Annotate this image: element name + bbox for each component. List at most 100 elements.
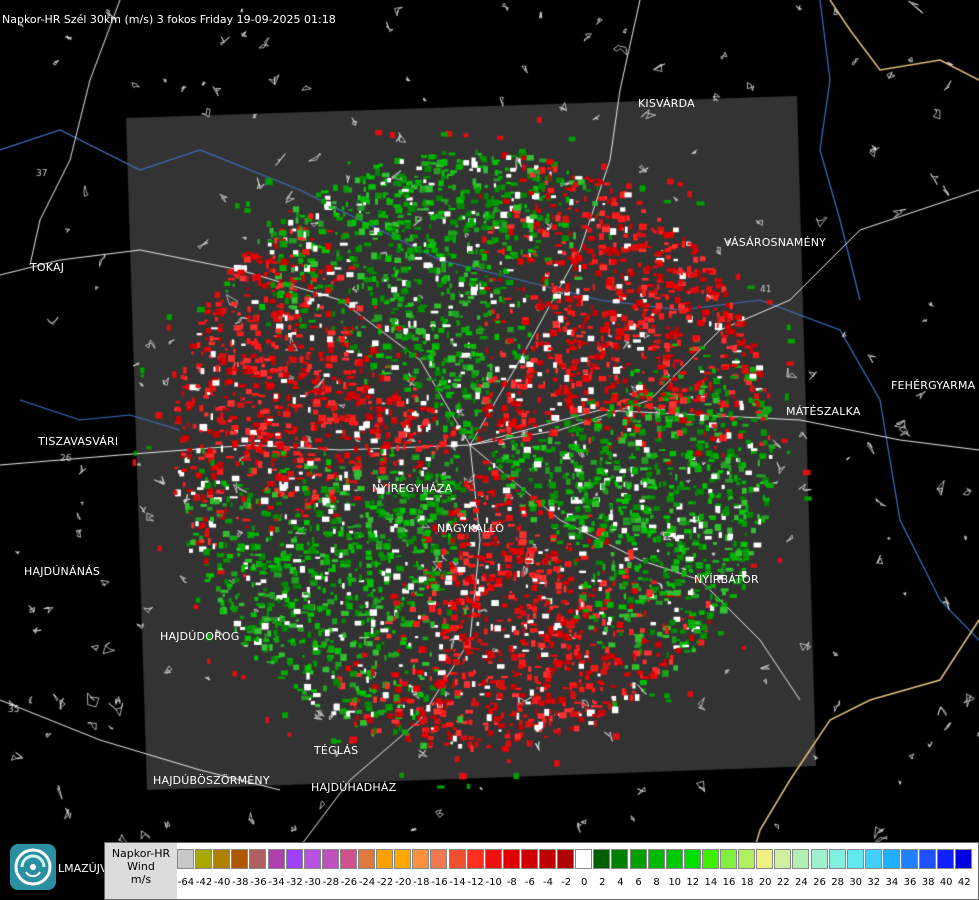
- legend-swatch: [738, 849, 756, 869]
- legend-tick-label: 42: [957, 877, 971, 888]
- legend-tick-label: -64: [177, 877, 195, 888]
- legend-tick-label: 12: [686, 877, 700, 888]
- legend-tick-label: -42: [195, 877, 213, 888]
- legend-tick-label: 18: [740, 877, 754, 888]
- legend-swatch: [756, 849, 774, 869]
- city-label: NYÍREGYHÁZA: [372, 482, 453, 495]
- legend-swatch: [177, 849, 194, 869]
- legend-tick-label: 40: [939, 877, 953, 888]
- legend-tick-label: -36: [250, 877, 267, 888]
- legend-swatch: [955, 849, 973, 869]
- city-label: TISZAVASVÁRI: [38, 435, 119, 448]
- legend-tick-label: -24: [358, 877, 376, 888]
- legend-swatch: [213, 849, 231, 869]
- legend-label: Napkor-HR Wind m/s: [105, 843, 177, 899]
- legend-tick-label: -30: [304, 877, 321, 888]
- legend-swatch: [502, 849, 520, 869]
- legend-tick-label: -28: [322, 877, 339, 888]
- legend-swatch: [828, 849, 846, 869]
- legend-swatch: [647, 849, 665, 869]
- legend-tick-label: -4: [543, 877, 553, 888]
- city-label: HAJDÚNÁNÁS: [24, 565, 101, 578]
- legend-tick-label: -10: [485, 877, 502, 888]
- legend-swatch: [249, 849, 267, 869]
- legend-tick-label: 4: [617, 877, 624, 888]
- legend-swatch: [339, 849, 357, 869]
- napkor-logo-icon: [10, 844, 56, 890]
- legend-title: Napkor-HR: [111, 847, 171, 860]
- legend-tick-label: -40: [214, 877, 231, 888]
- city-label: VÁSÁROSNAMÉNY: [724, 236, 827, 249]
- legend-tick-label: -6: [524, 877, 535, 888]
- legend-swatch: [683, 849, 701, 869]
- legend-swatch: [774, 849, 792, 869]
- legend-swatch: [394, 849, 412, 869]
- legend-swatch: [321, 849, 339, 869]
- legend-tick-label: 8: [653, 877, 660, 888]
- city-label: TÉGLÁS: [314, 744, 359, 757]
- legend-swatch: [430, 849, 448, 869]
- legend-tick-label: -26: [340, 877, 358, 888]
- legend-swatch: [195, 849, 213, 869]
- legend-tick-label: 2: [599, 877, 606, 888]
- legend-swatch: [882, 849, 900, 869]
- city-label: HAJDÚBÖSZÖRMÉNY: [153, 774, 270, 787]
- legend-swatch: [267, 849, 285, 869]
- legend-tick-label: 36: [903, 877, 917, 888]
- legend-tick-label: 24: [795, 877, 808, 888]
- legend-swatch: [629, 849, 647, 869]
- legend-swatch: [846, 849, 864, 869]
- legend-tick-label: 38: [921, 877, 935, 888]
- map-title: Napkor-HR Szél 30km (m/s) 3 fokos Friday…: [2, 13, 336, 26]
- legend-swatch: [448, 849, 466, 869]
- legend-swatch: [520, 849, 538, 869]
- legend-tick-label: 30: [849, 877, 863, 888]
- legend-swatch: [919, 849, 937, 869]
- legend-tick-label: -18: [413, 877, 430, 888]
- legend-swatch: [901, 849, 918, 869]
- legend-tick-label: 14: [704, 877, 718, 888]
- legend-tick-label: 16: [722, 877, 736, 888]
- legend-swatch: [937, 849, 955, 869]
- city-label: NYÍRBÁTOR: [694, 573, 759, 586]
- legend-tick-label: -8: [506, 877, 517, 888]
- legend-tick-label: -32: [286, 877, 303, 888]
- legend-tick-label: -16: [431, 877, 448, 888]
- legend-swatch: [665, 849, 683, 869]
- legend-tick-label: 32: [867, 877, 881, 888]
- legend-tick-label: 10: [668, 877, 682, 888]
- legend-swatch: [611, 849, 629, 869]
- wind-legend: Napkor-HR Wind m/s -64 -42 -40 -38 -36 -34 -32…: [104, 842, 979, 900]
- legend-tick-label: 20: [758, 877, 772, 888]
- legend-swatch: [303, 849, 321, 869]
- legend-swatch: [575, 849, 593, 869]
- legend-tick-label: -14: [449, 877, 466, 888]
- legend-swatch: [539, 849, 556, 869]
- city-label: HAJDÚDOROG: [160, 630, 240, 643]
- legend-tick-label: -34: [268, 877, 285, 888]
- legend-tick-label: -20: [395, 877, 412, 888]
- city-label: HAJDÚHADHÁZ: [311, 781, 397, 794]
- legend-tick-label: 28: [831, 877, 844, 888]
- city-label: FEHÉRGYARMA: [891, 379, 976, 392]
- city-label: NAGYKALLÓ: [437, 522, 505, 535]
- city-label: TOKAJ: [30, 261, 65, 274]
- legend-tick-label: -2: [561, 877, 572, 888]
- legend-tick-label: 26: [813, 877, 826, 888]
- legend-tick-label: 6: [635, 877, 642, 888]
- legend-swatch: [593, 849, 611, 869]
- legend-tick-label: -38: [232, 877, 249, 888]
- legend-tick-label: -22: [376, 877, 394, 888]
- legend-tick-label: 34: [885, 877, 899, 888]
- city-label: MÁTÉSZALKA: [786, 405, 861, 418]
- legend-swatch: [376, 849, 394, 869]
- legend-swatch: [412, 849, 430, 869]
- city-label: KISVÁRDA: [638, 97, 695, 110]
- legend-swatch: [285, 849, 303, 869]
- legend-tick-label: -12: [467, 877, 484, 888]
- legend-swatch: [720, 849, 737, 869]
- legend-swatch: [792, 849, 810, 869]
- legend-swatch: [231, 849, 249, 869]
- legend-unit: m/s: [130, 873, 152, 886]
- legend-swatch: [466, 849, 484, 869]
